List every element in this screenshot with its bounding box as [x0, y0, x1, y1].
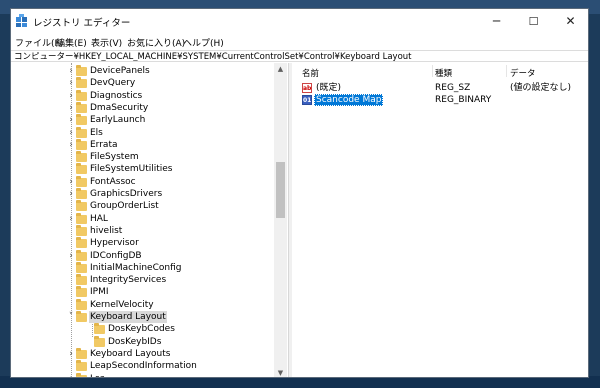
tree-item-label: LeapSecondInformation	[90, 361, 197, 372]
folder-icon	[76, 224, 87, 236]
folder-icon	[76, 89, 87, 101]
tree-item-label: Els	[90, 127, 103, 138]
folder-icon	[76, 163, 87, 175]
chevron-right-icon[interactable]: ›	[66, 77, 76, 89]
column-header-data[interactable]: データ	[510, 67, 536, 79]
tree-item-label: Errata	[90, 139, 118, 150]
folder-icon	[76, 212, 87, 224]
tree-item-label: IntegrityServices	[90, 275, 167, 286]
folder-icon	[76, 114, 87, 126]
folder-icon	[76, 261, 87, 273]
tree-item-label: IDConfigDB	[90, 250, 142, 261]
menu-bar: ファイル(F) 編集(E) 表示(V) お気に入り(A) ヘルプ(H)	[11, 35, 588, 49]
chevron-right-icon[interactable]: ›	[66, 90, 76, 102]
tree-item-label: DosKeybCodes	[108, 324, 175, 335]
tree-item-label: InitialMachineConfig	[90, 262, 182, 273]
tree-item-label: KernelVelocity	[90, 299, 154, 310]
folder-icon	[76, 347, 87, 359]
folder-icon	[76, 298, 87, 310]
folder-icon	[94, 323, 105, 335]
folder-icon	[76, 175, 87, 187]
column-header-name[interactable]: 名前	[302, 67, 319, 79]
chevron-right-icon[interactable]: ›	[66, 188, 76, 200]
folder-icon	[76, 138, 87, 150]
folder-icon	[76, 126, 87, 138]
value-row-default[interactable]: ab (既定) REG_SZ (値の設定なし)	[292, 82, 588, 94]
tree-item-label: Hypervisor	[90, 238, 139, 249]
folder-icon	[76, 77, 87, 89]
chevron-right-icon[interactable]: ›	[66, 139, 76, 151]
maximize-button[interactable]: ☐	[515, 9, 552, 34]
value-type: REG_SZ	[435, 83, 471, 93]
binary-value-icon: 011	[302, 95, 316, 105]
folder-icon	[76, 249, 87, 261]
close-button[interactable]: ✕	[552, 9, 588, 34]
chevron-right-icon[interactable]: ›	[66, 176, 76, 188]
folder-icon	[76, 360, 87, 372]
tree-scrollbar[interactable]: ▲ ▼	[274, 63, 287, 377]
folder-icon	[76, 65, 87, 76]
value-name: (既定)	[316, 83, 342, 93]
registry-editor-window: レジストリ エディター ─ ☐ ✕ ファイル(F) 編集(E) 表示(V) お気…	[10, 8, 589, 378]
value-name: Scancode Map	[314, 94, 384, 106]
scroll-up-arrow-icon[interactable]: ▲	[274, 63, 287, 75]
chevron-right-icon[interactable]: ›	[66, 213, 76, 225]
tree-item-label: Keyboard Layouts	[90, 348, 171, 359]
folder-icon	[76, 311, 87, 322]
menu-edit[interactable]: 編集(E)	[56, 36, 87, 49]
tree-item-label: Lsa	[89, 373, 106, 378]
chevron-right-icon[interactable]: ›	[66, 250, 76, 262]
registry-editor-icon	[16, 14, 27, 27]
tree-item-label: DevQuery	[90, 78, 136, 89]
column-header-type[interactable]: 種類	[435, 67, 452, 79]
chevron-down-icon[interactable]: ˅	[66, 311, 76, 323]
folder-icon	[76, 372, 87, 377]
chevron-right-icon[interactable]: ›	[66, 114, 76, 126]
tree-item-label: Keyboard Layout	[89, 311, 167, 323]
tree-item-label: FontAssoc	[90, 176, 136, 187]
scrollbar-thumb[interactable]	[276, 162, 285, 218]
chevron-right-icon[interactable]: ›	[66, 348, 76, 360]
key-tree: › DevicePanels › DevQuery › Diagnostics › DmaSe…	[11, 63, 287, 378]
menu-view[interactable]: 表示(V)	[91, 36, 122, 49]
string-value-icon: ab	[302, 83, 312, 93]
tree-item-label: hivelist	[90, 225, 123, 236]
value-data: (値の設定なし)	[510, 83, 572, 93]
chevron-right-icon[interactable]: ›	[66, 127, 76, 139]
tree-item-label: FileSystem	[90, 152, 139, 163]
chevron-right-icon[interactable]: ›	[66, 65, 76, 77]
menu-help[interactable]: ヘルプ(H)	[183, 36, 224, 49]
folder-icon	[76, 188, 87, 199]
value-row-scancode-map[interactable]: 011 Scancode Map REG_BINARY	[292, 94, 588, 106]
tree-item-label: HAL	[90, 213, 108, 224]
tree-item-label: DevicePanels	[90, 66, 150, 76]
tree-item-label: IPMI	[90, 287, 109, 298]
folder-icon	[76, 286, 87, 298]
tree-item-label: EarlyLaunch	[90, 115, 146, 126]
tree-item-label: GroupOrderList	[90, 201, 159, 212]
folder-icon	[76, 274, 87, 286]
window-title: レジストリ エディター	[33, 18, 131, 29]
menu-favorites[interactable]: お気に入り(A)	[127, 36, 185, 49]
tree-item-label: Diagnostics	[90, 90, 143, 101]
folder-icon	[76, 151, 87, 163]
folder-icon	[94, 335, 105, 347]
chevron-right-icon[interactable]: ›	[66, 102, 76, 114]
column-separator	[506, 65, 507, 77]
column-separator	[432, 65, 433, 77]
minimize-button[interactable]: ─	[478, 9, 515, 34]
tree-item-label: DmaSecurity	[90, 102, 149, 113]
folder-icon	[76, 101, 87, 113]
scroll-down-arrow-icon[interactable]: ▼	[274, 367, 287, 377]
address-bar[interactable]: コンピューター¥HKEY_LOCAL_MACHINE¥SYSTEM¥Curren…	[11, 50, 588, 62]
folder-icon	[76, 237, 87, 249]
tree-item-label: DosKeybIDs	[108, 336, 162, 347]
folder-icon	[76, 200, 87, 212]
chevron-right-icon[interactable]: ›	[66, 373, 76, 378]
values-list: 名前 種類 データ ab (既定) REG_SZ (値の設定なし) 011 Sc…	[292, 63, 588, 377]
tree-item-label: GraphicsDrivers	[90, 189, 163, 199]
value-type: REG_BINARY	[435, 95, 492, 105]
title-bar[interactable]: レジストリ エディター ─ ☐ ✕	[11, 9, 588, 34]
tree-item-label: FileSystemUtilities	[90, 164, 173, 175]
